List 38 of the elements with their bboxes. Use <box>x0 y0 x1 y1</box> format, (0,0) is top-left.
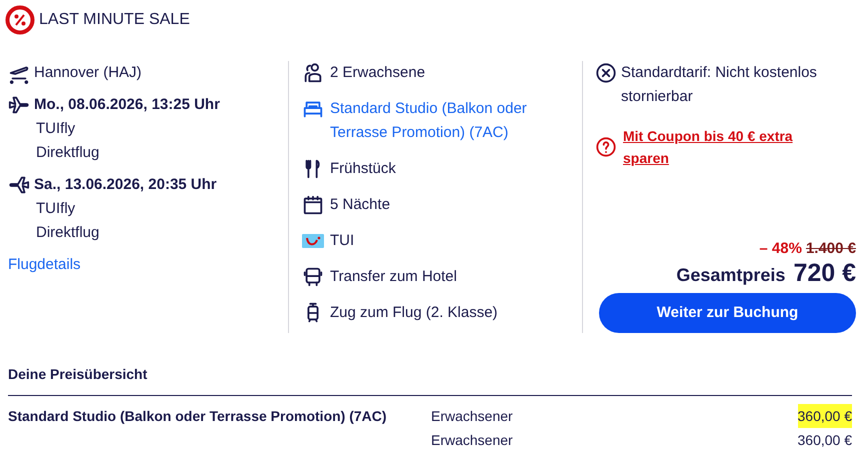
line-amount: 360,00 € <box>798 431 852 450</box>
price-item-name: Standard Studio (Balkon oder Terrasse Promotion) (7AC) <box>8 407 388 426</box>
service-text: TUI <box>330 231 354 251</box>
flight-date: Sa., 13.06.2026, 20:35 Uhr <box>34 175 217 195</box>
traveller-type: Erwachsener <box>431 431 513 450</box>
sale-title: LAST MINUTE SALE <box>39 10 190 30</box>
smile-logo-icon <box>302 234 324 248</box>
service-text: 2 Erwachsene <box>330 63 426 83</box>
traveller-type: Erwachsener <box>431 407 513 426</box>
people-icon <box>302 62 324 84</box>
plane-icon <box>8 174 30 196</box>
price-overview-title: Deine Preisübersicht <box>8 365 148 384</box>
service-text: 5 Nächte <box>330 195 390 215</box>
flight-type: Direktflug <box>35 223 100 243</box>
bus-icon <box>302 266 324 288</box>
plane-icon <box>8 94 30 116</box>
close-circle-icon <box>595 62 617 84</box>
room-link[interactable]: Standard Studio (Balkon oder Terrasse Promotion) (7AC) <box>330 97 574 145</box>
airline: TUIfly <box>35 199 76 219</box>
coupon-link[interactable]: Mit Coupon bis 40 € extra sparen <box>623 125 813 169</box>
total-price: 720 € <box>793 261 856 285</box>
help-icon <box>595 136 617 158</box>
original-price: 1.400 € <box>806 239 856 259</box>
continue-booking-button[interactable]: Weiter zur Buchung <box>599 293 856 333</box>
airline: TUIfly <box>35 119 76 139</box>
total-label: Gesamtpreis <box>676 264 786 287</box>
flight-details-link[interactable]: Flugdetails <box>8 253 81 277</box>
departure-airport: Hannover (HAJ) <box>34 63 142 83</box>
service-text: Zug zum Flug (2. Klasse) <box>330 303 498 323</box>
discount-percent: – 48% <box>759 239 802 259</box>
percent-badge-icon <box>5 5 35 35</box>
tariff-text: Standardtarif: Nicht kostenlos stornierbar <box>621 63 818 107</box>
flight-type: Direktflug <box>35 143 100 163</box>
calendar-icon <box>302 194 324 216</box>
service-text: Frühstück <box>330 159 396 179</box>
service-text: Transfer zum Hotel <box>330 267 457 287</box>
line-amount: 360,00 € <box>798 404 852 428</box>
flight-date: Mo., 08.06.2026, 13:25 Uhr <box>34 95 220 115</box>
